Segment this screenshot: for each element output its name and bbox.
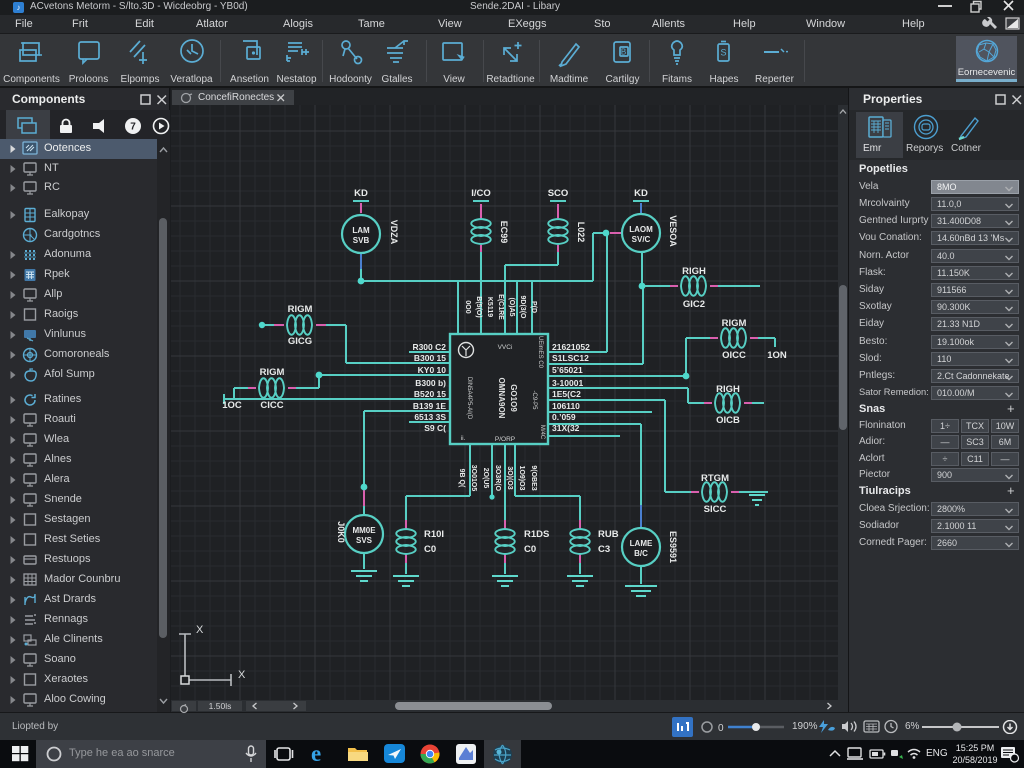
svg-text:B300 b): B300 b) [415, 378, 446, 388]
svg-text:I/CO: I/CO [471, 188, 491, 199]
svg-text:J0K0: J0K0 [336, 521, 346, 543]
svg-text:KD: KD [354, 188, 368, 199]
svg-text:SVB: SVB [353, 236, 370, 245]
svg-text:EC99: EC99 [499, 221, 509, 244]
svg-text:OICC: OICC [722, 350, 746, 361]
svg-text:KD: KD [634, 188, 648, 199]
svg-text:RIGM: RIGM [260, 367, 285, 378]
svg-text:6513 3S: 6513 3S [414, 412, 446, 422]
svg-text:X: X [196, 624, 204, 636]
svg-text:3O01O5: 3O01O5 [470, 465, 477, 492]
svg-text:-C9-P5: -C9-P5 [531, 390, 537, 410]
svg-text:1E5(C2: 1E5(C2 [552, 389, 581, 399]
svg-text:LAME: LAME [630, 539, 653, 548]
svg-text:B: B [620, 47, 625, 56]
svg-text:9B Q(: 9B Q( [458, 469, 465, 488]
svg-text:VDZA: VDZA [389, 220, 399, 245]
svg-text:31X(32: 31X(32 [552, 423, 580, 433]
svg-text:LAOM: LAOM [629, 225, 653, 234]
svg-text:3-10001: 3-10001 [552, 378, 583, 388]
svg-text:C0: C0 [424, 544, 436, 555]
svg-text:ES9591: ES9591 [668, 531, 678, 563]
svg-text:LAM: LAM [352, 226, 370, 235]
svg-text:UEimES C0: UEimES C0 [537, 336, 543, 369]
svg-text:SCO: SCO [548, 188, 569, 199]
svg-text:21621052: 21621052 [552, 342, 590, 352]
svg-text:VESOA: VESOA [668, 215, 678, 247]
svg-text:R300 C2: R300 C2 [412, 342, 446, 352]
svg-text:R10I: R10I [424, 529, 444, 540]
svg-text:1ON: 1ON [767, 350, 787, 361]
svg-text:B/C: B/C [634, 549, 648, 558]
svg-text:K5119: K5119 [486, 297, 493, 317]
svg-text:B520 15: B520 15 [414, 389, 446, 399]
svg-text:L022: L022 [576, 222, 586, 243]
svg-text:5’65021: 5’65021 [552, 365, 583, 375]
svg-text:CICC: CICC [260, 400, 283, 411]
svg-text:OMNA9ON: OMNA9ON [497, 378, 506, 419]
svg-text:VVCi: VVCi [498, 344, 513, 351]
svg-text:OICB: OICB [716, 415, 740, 426]
svg-text:1O9)O3: 1O9)O3 [518, 466, 525, 491]
svg-text:0: 0 [718, 723, 724, 734]
svg-text:SV/C: SV/C [632, 235, 651, 244]
svg-text:S1LSC12: S1LSC12 [552, 353, 589, 363]
svg-text:3O3R(O: 3O3R(O [494, 465, 501, 492]
svg-text:KY0 10: KY0 10 [418, 365, 447, 375]
svg-text:GICG: GICG [288, 336, 312, 347]
svg-text:RIGH: RIGH [716, 384, 740, 395]
svg-text:SVS: SVS [356, 536, 373, 545]
svg-text:9D(3(O: 9D(3(O [519, 296, 526, 320]
svg-text:MM0E: MM0E [352, 526, 376, 535]
svg-text:P(D: P(D [530, 301, 537, 313]
svg-text:S: S [720, 48, 726, 58]
svg-text:M/4C: M/4C [539, 425, 545, 440]
svg-text:0.’059: 0.’059 [552, 412, 576, 422]
svg-text:B139 1E: B139 1E [413, 401, 446, 411]
svg-text:RIGM: RIGM [722, 318, 747, 329]
svg-text:R1DS: R1DS [524, 529, 549, 540]
svg-text:GIC2: GIC2 [683, 299, 705, 310]
svg-text:3O)(O3: 3O)(O3 [506, 466, 513, 489]
svg-text:RTGM: RTGM [701, 473, 729, 484]
svg-text:RIGM: RIGM [288, 304, 313, 315]
svg-text:B(5(O): B(5(O) [475, 296, 482, 317]
svg-text:9(OBE3: 9(OBE3 [530, 465, 537, 490]
svg-text:E(C1RE: E(C1RE [497, 294, 504, 320]
svg-text:0O0: 0O0 [464, 300, 471, 313]
svg-text:RUB: RUB [598, 529, 619, 540]
svg-text:DIN5A4P5-AI(D: DIN5A4P5-AI(D [466, 377, 472, 420]
svg-text:106110: 106110 [552, 401, 580, 411]
svg-text:(O)A5: (O)A5 [508, 297, 515, 316]
svg-text:SICC: SICC [704, 504, 727, 515]
svg-text:X: X [238, 669, 246, 681]
svg-text:B300 15: B300 15 [414, 353, 446, 363]
svg-text:P/ORP: P/ORP [495, 436, 515, 443]
svg-text:1OC: 1OC [222, 400, 242, 411]
svg-text:GO1O9: GO1O9 [509, 384, 518, 412]
svg-text:S9 C(: S9 C( [424, 423, 446, 433]
svg-text:ii.: ii. [461, 435, 466, 442]
svg-text:C0: C0 [524, 544, 536, 555]
svg-text:7: 7 [130, 122, 136, 133]
svg-text:RIGH: RIGH [682, 266, 706, 277]
svg-text:C3: C3 [598, 544, 610, 555]
svg-text:2O(U5: 2O(U5 [482, 468, 489, 489]
